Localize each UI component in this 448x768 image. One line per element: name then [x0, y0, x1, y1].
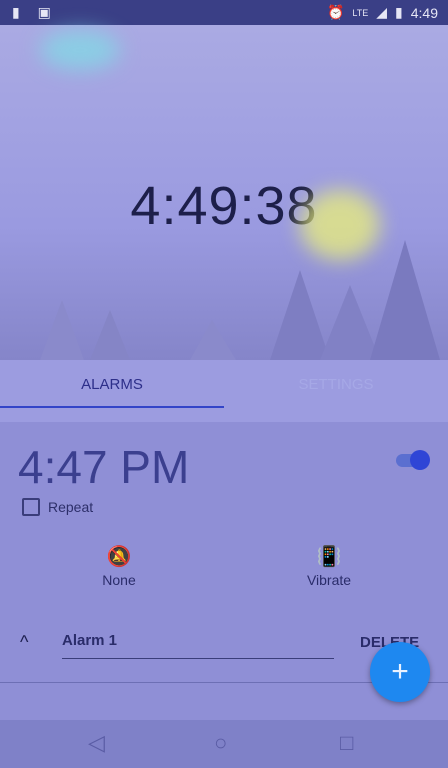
home-button[interactable]: ○ [214, 730, 227, 756]
clock-header: 4:49:38 [0, 25, 448, 360]
lte-icon: LTE [352, 7, 369, 18]
tab-indicator [0, 406, 224, 408]
checkbox-icon [22, 498, 40, 516]
alarm-label[interactable]: Alarm 1 [62, 632, 117, 649]
repeat-checkbox[interactable]: Repeat [22, 498, 93, 516]
chevron-up-icon[interactable]: ^ [20, 632, 28, 653]
ringtone-label: None [102, 572, 136, 588]
status-bar: ▮ ▣ ⏰ LTE ◢ ▮ 4:49 [0, 0, 448, 25]
tab-bar: ALARMS SETTINGS [0, 360, 448, 422]
back-button[interactable]: ◁ [88, 730, 105, 756]
digital-clock: 4:49:38 [130, 176, 318, 236]
vibrate-icon: 📳 [316, 546, 342, 568]
android-debug-icon: ▣ [37, 4, 51, 20]
toggle-knob [410, 450, 430, 470]
status-right-icons: ⏰ LTE ◢ ▮ 4:49 [327, 4, 438, 21]
tab-settings[interactable]: SETTINGS [224, 376, 448, 393]
plus-icon: + [391, 655, 409, 688]
navigation-bar: ◁ ○ □ [0, 720, 448, 768]
battery-icon: ▮ [395, 4, 403, 20]
alarm-toggle[interactable] [394, 450, 432, 470]
heatmap-overlay [40, 30, 120, 70]
recents-button[interactable]: □ [340, 730, 353, 756]
add-alarm-button[interactable]: + [370, 642, 430, 702]
bell-off-icon: 🔕 [106, 546, 132, 568]
vibrate-label: Vibrate [306, 572, 352, 588]
alarm-card: 4:47 PM Repeat 🔕 None 📳 Vibrate ^ Alarm … [0, 422, 448, 682]
trees-background [40, 240, 440, 360]
ringtone-option[interactable]: 🔕 None [54, 544, 184, 588]
status-left-icons: ▮ ▣ [12, 4, 65, 21]
sd-card-icon: ▮ [12, 4, 20, 20]
status-time: 4:49 [410, 4, 438, 21]
vibrate-option[interactable]: 📳 Vibrate [264, 544, 394, 588]
heatmap-overlay [300, 190, 380, 260]
label-underline [62, 658, 334, 659]
repeat-label: Repeat [48, 499, 94, 515]
alarm-time[interactable]: 4:47 PM [18, 440, 189, 494]
signal-icon: ◢ [376, 4, 388, 20]
alarm-icon: ⏰ [326, 4, 345, 20]
tab-alarms[interactable]: ALARMS [0, 376, 224, 393]
